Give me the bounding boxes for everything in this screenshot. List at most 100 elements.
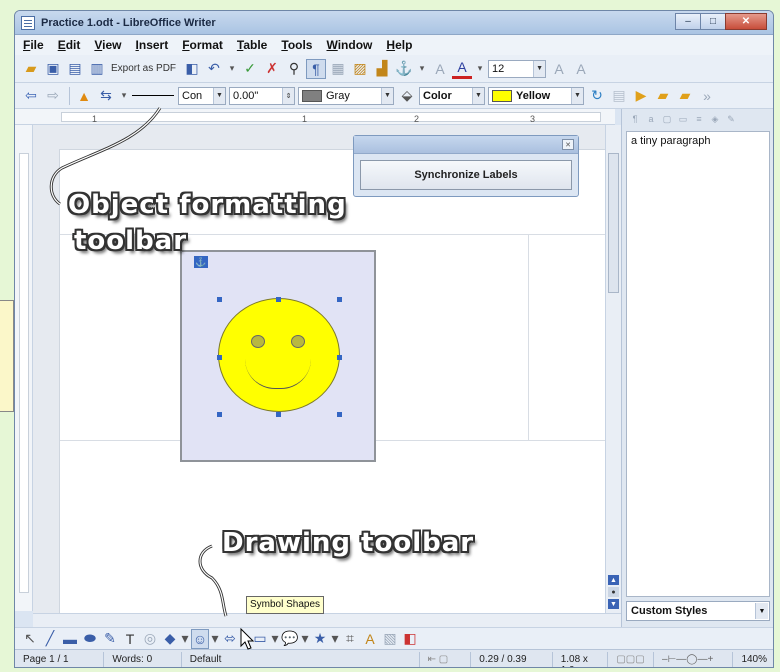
arrow-left-icon[interactable]: ⇦ [21, 86, 41, 106]
bring-forward-icon[interactable]: ▶ [631, 86, 651, 106]
image-icon[interactable]: ▨ [350, 59, 370, 79]
selection-handle[interactable] [217, 412, 222, 417]
zoom-level[interactable]: 140% [733, 652, 773, 668]
word-count[interactable]: Words: 0 [104, 651, 182, 667]
next-page-icon[interactable]: ▼ [608, 599, 619, 609]
chevron-down-icon[interactable]: ▼ [472, 87, 484, 104]
chevron-down-icon[interactable]: ▼ [381, 87, 393, 104]
anchor-dropdown-icon[interactable]: ▾ [416, 59, 428, 79]
font-color-dropdown-icon[interactable]: ▾ [474, 59, 486, 79]
chevron-down-icon[interactable]: ▼ [571, 87, 583, 104]
arrow-right-icon[interactable]: ⇨ [43, 86, 63, 106]
line-style-combo[interactable]: Con ▼ [178, 86, 226, 105]
select-pointer-icon[interactable]: ↖ [21, 629, 39, 649]
menu-format[interactable]: Format [182, 38, 223, 52]
selection-handle[interactable] [276, 297, 281, 302]
undo-icon[interactable]: ↶ [204, 59, 224, 79]
maximize-button[interactable]: □ [700, 13, 726, 30]
font-color-icon[interactable]: A [452, 59, 473, 79]
send-backward-icon[interactable]: ▰ [653, 86, 673, 106]
callouts-dropdown-icon[interactable]: ▾ [301, 629, 309, 649]
open-folder-icon[interactable]: ▰ [21, 59, 41, 79]
stars-icon[interactable]: ★ [311, 629, 329, 649]
sync-window-titlebar[interactable] [354, 136, 578, 154]
selection-handle[interactable] [337, 355, 342, 360]
ellipse-tool-icon[interactable]: ⬬ [81, 629, 99, 649]
rotate-icon[interactable]: ↻ [587, 86, 607, 106]
wrap-off-icon[interactable]: ▤ [609, 86, 629, 106]
points-icon[interactable]: ⌗ [341, 629, 359, 649]
view-layout-icon[interactable]: ▢▢▢ [608, 651, 655, 667]
basic-shapes-dropdown-icon[interactable]: ▾ [181, 629, 189, 649]
horizontal-ruler[interactable]: 1 1 2 3 [15, 109, 615, 125]
basic-shapes-icon[interactable]: ◆ [161, 629, 179, 649]
fontwork-icon[interactable]: A [430, 59, 450, 79]
to-background-icon[interactable]: ▰ [675, 86, 695, 106]
style-filter-combo[interactable]: Custom Styles ▼ [626, 601, 770, 621]
more-options-icon[interactable]: » [697, 86, 717, 106]
list-styles-icon[interactable]: ≡ [692, 112, 706, 126]
selection-handle[interactable] [276, 412, 281, 417]
selection-handle[interactable] [217, 355, 222, 360]
menu-view[interactable]: View [94, 38, 121, 52]
spinner-arrows-icon[interactable]: ⇕ [282, 87, 294, 104]
previous-page-icon[interactable]: ▲ [608, 575, 619, 585]
menu-table[interactable]: Table [237, 38, 267, 52]
anchor-icon[interactable]: ⚓ [194, 256, 208, 268]
page-styles-icon[interactable]: ▭ [676, 112, 690, 126]
selection-handle[interactable] [217, 297, 222, 302]
line-properties-icon[interactable]: ▲ [74, 86, 94, 106]
page-indicator[interactable]: Page 1 / 1 [15, 651, 105, 667]
export-pdf-button[interactable]: Export as PDF [111, 63, 176, 74]
freeform-tool-icon[interactable]: ✎ [101, 629, 119, 649]
page-style[interactable]: Default [182, 651, 420, 667]
callouts-icon[interactable]: 💬 [281, 629, 299, 649]
text-tool-icon[interactable]: T [121, 629, 139, 649]
arrow-style-dropdown-icon[interactable]: ▾ [118, 86, 130, 106]
scroll-thumb[interactable] [608, 153, 619, 293]
line-width-spinner[interactable]: 0.00" ⇕ [229, 86, 295, 105]
close-button[interactable]: ✕ [725, 13, 767, 30]
paragraph-styles-icon[interactable]: ¶ [628, 112, 642, 126]
area-style-combo[interactable]: Color ▼ [419, 86, 485, 105]
line-tool-icon[interactable]: ╱ [41, 629, 59, 649]
chevron-down-icon[interactable]: ▼ [213, 87, 225, 104]
drawing-frame[interactable]: ⚓ [180, 250, 376, 462]
arrow-style-icon[interactable]: ⇆ [96, 86, 116, 106]
vertical-scrollbar[interactable]: ▲ ● ▼ [605, 125, 621, 613]
close-icon[interactable]: ✕ [562, 139, 574, 150]
anchor-icon[interactable]: ⚓ [394, 59, 414, 79]
frame-styles-icon[interactable]: ▢ [660, 112, 674, 126]
selection-handle[interactable] [337, 412, 342, 417]
save-icon[interactable]: ▣ [43, 59, 63, 79]
symbol-shapes-dropdown-icon[interactable]: ▾ [211, 629, 219, 649]
table-icon[interactable]: ▦ [328, 59, 348, 79]
rectangle-tool-icon[interactable]: ▬ [61, 629, 79, 649]
callout-tool-icon[interactable]: ◎ [141, 629, 159, 649]
area-color-combo[interactable]: Yellow ▼ [488, 86, 584, 105]
font-size-combo[interactable]: 12 ▼ [488, 59, 547, 78]
styles-list[interactable]: a tiny paragraph [626, 131, 770, 597]
new-style-icon[interactable]: ✎ [724, 112, 738, 126]
spellcheck-icon[interactable]: ✓ [240, 59, 260, 79]
menu-file[interactable]: File [23, 38, 44, 52]
autospellcheck-icon[interactable]: ✗ [262, 59, 282, 79]
menu-window[interactable]: Window [326, 38, 372, 52]
print-icon[interactable]: ▥ [87, 59, 107, 79]
horizontal-scrollbar[interactable] [33, 613, 621, 627]
grow-font-icon[interactable]: A [549, 59, 569, 79]
chevron-down-icon[interactable]: ▼ [755, 603, 768, 619]
3d-objects-icon[interactable]: ◧ [401, 629, 419, 649]
navigation-icon[interactable]: ● [608, 587, 619, 597]
formatting-marks-icon[interactable]: ¶ [306, 58, 327, 79]
area-fill-icon[interactable]: ⬙ [397, 86, 417, 106]
selection-mode-icon[interactable]: ⇤ ▢ [420, 651, 472, 667]
save-as-icon[interactable]: ▤ [65, 59, 85, 79]
menu-tools[interactable]: Tools [281, 38, 312, 52]
chart-icon[interactable]: ▟ [372, 59, 392, 79]
selection-handle[interactable] [337, 297, 342, 302]
minimize-button[interactable]: – [675, 13, 701, 30]
zoom-slider[interactable]: –⊢—◯—+ [654, 651, 734, 667]
vertical-ruler[interactable] [15, 125, 33, 611]
menu-edit[interactable]: Edit [58, 38, 81, 52]
